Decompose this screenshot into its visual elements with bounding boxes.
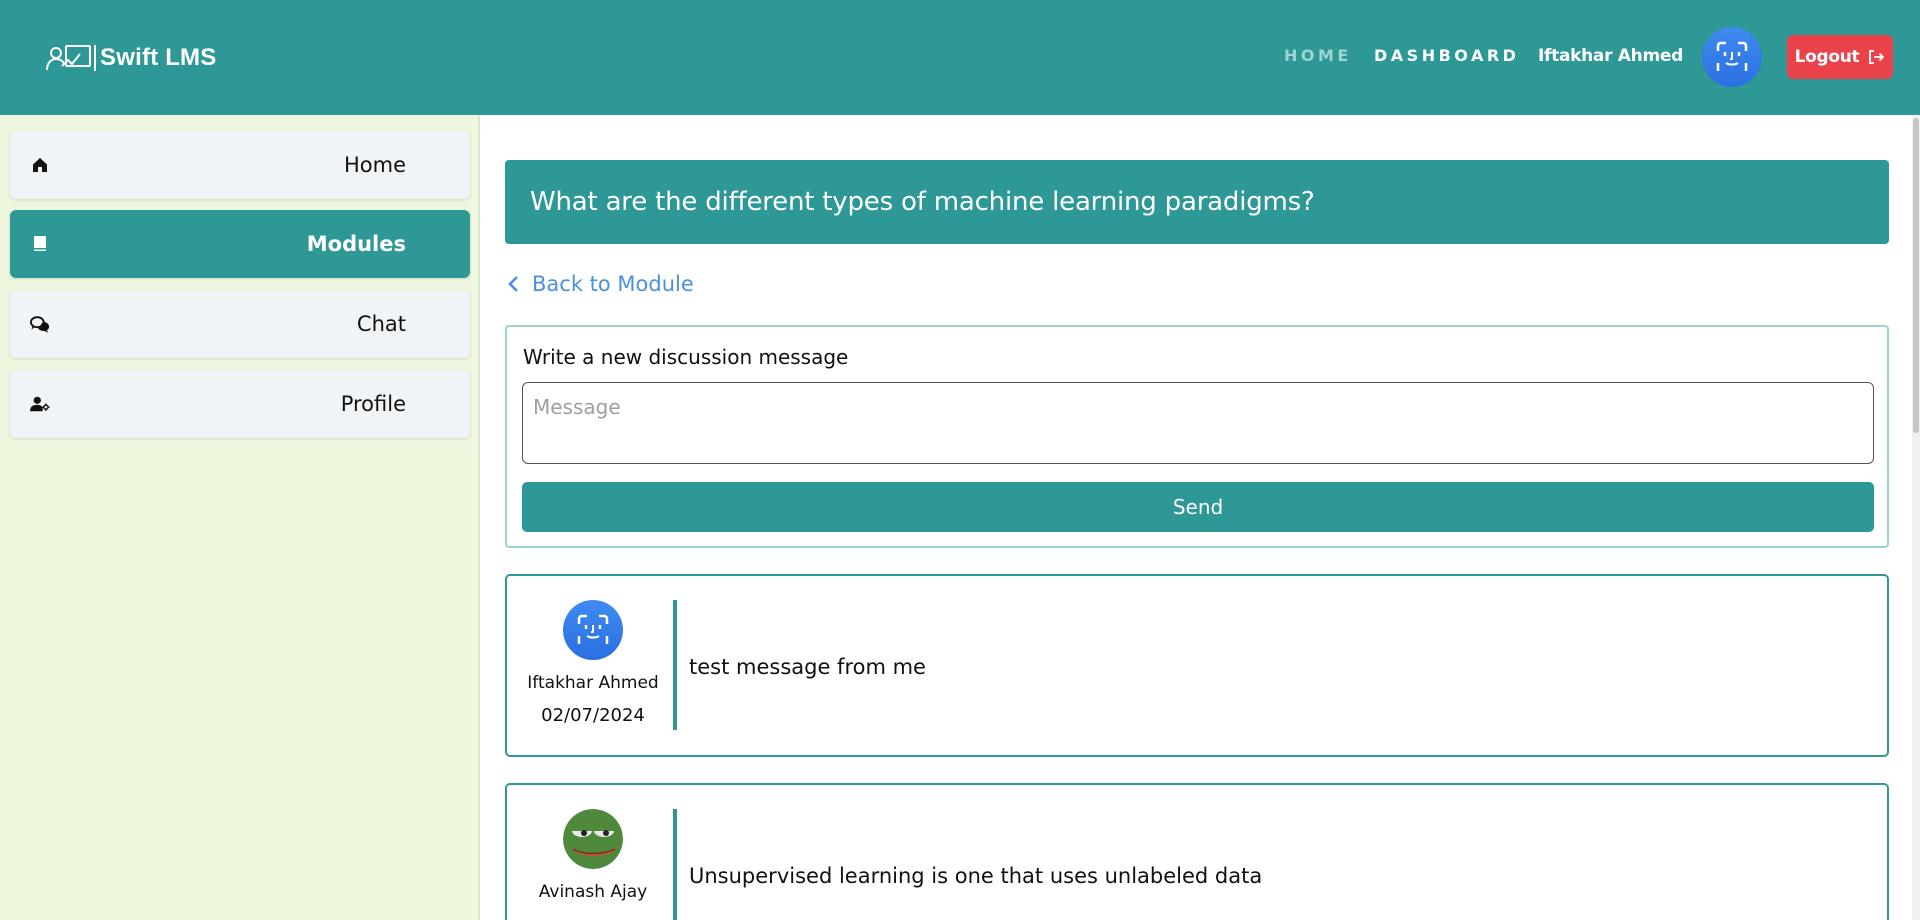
new-message-label: Write a new discussion message	[523, 345, 849, 369]
logout-button[interactable]: Logout	[1787, 35, 1893, 79]
sidebar-item-modules[interactable]: Modules	[10, 210, 470, 278]
user-settings-icon	[30, 394, 50, 414]
scrollbar-thumb[interactable]	[1913, 118, 1919, 433]
post-divider	[673, 809, 677, 920]
send-button[interactable]: Send	[522, 482, 1874, 532]
sidebar: Home Modules Chat Profile	[0, 115, 480, 920]
frog-avatar-icon	[563, 809, 623, 869]
discussion-post: Iftakhar Ahmed 02/07/2024 test message f…	[505, 574, 1889, 757]
question-title: What are the different types of machine …	[530, 187, 1315, 217]
brand-logo[interactable]: Swift LMS	[44, 42, 216, 74]
sidebar-item-label: Home	[343, 153, 406, 177]
book-icon	[30, 234, 50, 254]
post-author-block: Iftakhar Ahmed 02/07/2024	[523, 600, 663, 726]
sidebar-item-label: Modules	[306, 232, 406, 256]
post-message: test message from me	[689, 655, 926, 679]
brand-name: Swift LMS	[100, 44, 217, 71]
post-author-name: Iftakhar Ahmed	[527, 673, 659, 693]
post-author-block: Avinash Ajay	[523, 809, 663, 914]
post-date: 02/07/2024	[541, 705, 645, 726]
question-title-banner: What are the different types of machine …	[505, 160, 1889, 244]
message-input[interactable]	[522, 382, 1874, 464]
new-message-form: Write a new discussion message Send	[505, 325, 1889, 548]
nav-dashboard-link[interactable]: DASHBOARD	[1374, 46, 1519, 65]
face-scan-icon	[1716, 41, 1748, 71]
home-icon	[30, 155, 50, 175]
sidebar-item-home[interactable]: Home	[10, 131, 470, 199]
face-scan-icon	[577, 614, 609, 644]
post-divider	[673, 600, 677, 730]
sidebar-item-chat[interactable]: Chat	[10, 290, 470, 358]
logout-icon	[1869, 50, 1885, 64]
header-avatar[interactable]	[1702, 27, 1762, 87]
sidebar-item-label: Chat	[356, 312, 406, 336]
chevron-left-icon	[508, 276, 518, 292]
back-to-module-label: Back to Module	[532, 272, 694, 296]
post-author-name: Avinash Ajay	[538, 882, 648, 902]
nav-home-link[interactable]: HOME	[1284, 46, 1352, 65]
back-to-module-link[interactable]: Back to Module	[506, 272, 694, 296]
sidebar-item-profile[interactable]: Profile	[10, 370, 470, 438]
discussion-post: Avinash Ajay Unsupervised learning is on…	[505, 783, 1889, 920]
post-avatar[interactable]	[563, 600, 623, 660]
logo-separator	[94, 45, 96, 71]
top-header: Swift LMS HOME DASHBOARD Iftakhar Ahmed …	[0, 0, 1920, 115]
logo-icon	[46, 45, 91, 71]
chat-icon	[30, 314, 50, 334]
post-avatar[interactable]	[563, 809, 623, 869]
logout-label: Logout	[1794, 47, 1860, 67]
sidebar-item-label: Profile	[340, 392, 406, 416]
header-user-name[interactable]: Iftakhar Ahmed	[1538, 46, 1683, 66]
post-message: Unsupervised learning is one that uses u…	[689, 864, 1263, 888]
